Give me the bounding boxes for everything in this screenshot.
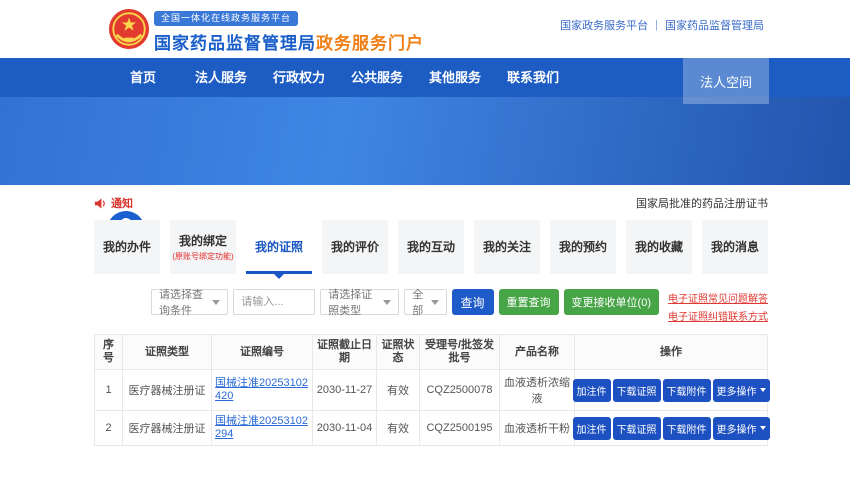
notice-label[interactable]: 通知 [111, 195, 133, 211]
row-actions: 加注件 下载证照 下载附件 更多操作 [578, 417, 764, 440]
site-title-main: 国家药品监督管理局 [154, 34, 316, 53]
cell-expiry: 2030-11-27 [313, 370, 377, 411]
tab-my-messages[interactable]: 我的消息 [702, 220, 768, 274]
search-button[interactable]: 查询 [452, 289, 494, 315]
top-link-gov-platform[interactable]: 国家政务服务平台 [560, 17, 648, 33]
nav-item-admin-power[interactable]: 行政权力 [260, 58, 338, 97]
tab-my-binding[interactable]: 我的绑定 (原账号绑定功能) [170, 220, 236, 274]
tab-my-interactions[interactable]: 我的互动 [398, 220, 464, 274]
table-row: 2 医疗器械注册证 国械注准20253102294 2030-11-04 有效 … [95, 411, 768, 446]
tab-my-favorites[interactable]: 我的收藏 [626, 220, 692, 274]
chevron-down-icon [760, 388, 766, 392]
faq-link[interactable]: 电子证照常见问题解答 [668, 290, 768, 305]
col-header-status: 证照状态 [377, 335, 420, 370]
table-row: 1 医疗器械注册证 国械注准20253102420 2030-11-27 有效 … [95, 370, 768, 411]
platform-badge: 全国一体化在线政务服务平台 [154, 11, 298, 26]
top-links: 国家政务服务平台 | 国家药品监督管理局 [560, 17, 764, 33]
tab-my-reviews[interactable]: 我的评价 [322, 220, 388, 274]
col-header-acceptance: 受理号/批签发批号 [420, 335, 500, 370]
cell-product: 血液透析干粉 [500, 411, 575, 446]
annotate-button[interactable]: 加注件 [573, 379, 611, 402]
scope-select[interactable]: 全部 [404, 289, 446, 315]
certificate-number-link[interactable]: 国械注准20253102420 [215, 377, 309, 403]
site-title: 国家药品监督管理局政务服务门户 [154, 29, 424, 54]
chevron-down-icon [431, 300, 439, 305]
table-header-row: 序号 证照类型 证照编号 证照截止日期 证照状态 受理号/批签发批号 产品名称 … [95, 335, 768, 370]
tab-my-follows[interactable]: 我的关注 [474, 220, 540, 274]
cell-no: 2 [95, 411, 123, 446]
help-links: 电子证照常见问题解答 电子证照纠错联系方式 [668, 289, 768, 323]
chevron-down-icon [760, 426, 766, 430]
download-certificate-button[interactable]: 下载证照 [613, 417, 661, 440]
cell-acceptance: CQZ2500195 [420, 411, 500, 446]
legal-person-space-button[interactable]: 法人空间 [683, 58, 769, 104]
col-header-no: 序号 [95, 335, 123, 370]
speaker-icon [94, 197, 107, 210]
annotate-button[interactable]: 加注件 [573, 417, 611, 440]
cell-expiry: 2030-11-04 [313, 411, 377, 446]
download-attachment-button[interactable]: 下载附件 [663, 417, 711, 440]
tab-my-certificates[interactable]: 我的证照 [246, 220, 312, 274]
download-attachment-button[interactable]: 下载附件 [663, 379, 711, 402]
download-certificate-button[interactable]: 下载证照 [613, 379, 661, 402]
more-actions-button[interactable]: 更多操作 [713, 379, 770, 402]
cell-status: 有效 [377, 411, 420, 446]
nav-item-home[interactable]: 首页 [104, 58, 182, 97]
certificate-number-link[interactable]: 国械注准20253102294 [215, 415, 309, 441]
national-emblem-icon [108, 8, 150, 50]
chevron-down-icon [212, 300, 220, 305]
top-header: 全国一体化在线政务服务平台 国家药品监督管理局政务服务门户 国家政务服务平台 |… [0, 0, 850, 58]
top-link-nmpa[interactable]: 国家药品监督管理局 [665, 17, 764, 33]
nav-item-legal-services[interactable]: 法人服务 [182, 58, 260, 97]
query-condition-select[interactable]: 请选择查询条件 [151, 289, 228, 315]
col-header-type: 证照类型 [123, 335, 212, 370]
more-actions-button[interactable]: 更多操作 [713, 417, 770, 440]
cell-type: 医疗器械注册证 [123, 411, 212, 446]
row-actions: 加注件 下载证照 下载附件 更多操作 [578, 379, 764, 402]
col-header-actions: 操作 [575, 335, 768, 370]
cell-acceptance: CQZ2500078 [420, 370, 500, 411]
site-title-sub: 政务服务门户 [316, 34, 424, 53]
nav-item-other-services[interactable]: 其他服务 [416, 58, 494, 97]
user-banner: **红 lsrf 账号设置 注销登录 关联法人： 甘肃陇神戎发药业股份有限公司 … [0, 97, 850, 185]
certificate-type-select[interactable]: 请选择证照类型 [320, 289, 399, 315]
cell-product: 血液透析浓缩液 [500, 370, 575, 411]
cell-type: 医疗器械注册证 [123, 370, 212, 411]
cell-no: 1 [95, 370, 123, 411]
col-header-number: 证照编号 [212, 335, 313, 370]
notice-scroll-text[interactable]: 国家局批准的药品注册证书 [636, 195, 768, 211]
profile-tabs: 我的办件 我的绑定 (原账号绑定功能) 我的证照 我的评价 我的互动 我的关注 … [94, 220, 768, 274]
keyword-input[interactable] [233, 289, 315, 315]
cell-status: 有效 [377, 370, 420, 411]
col-header-product: 产品名称 [500, 335, 575, 370]
main-content: 通知 国家局批准的药品注册证书 我的办件 我的绑定 (原账号绑定功能) 我的证照… [94, 185, 768, 446]
nav-item-contact-us[interactable]: 联系我们 [494, 58, 572, 97]
reset-button[interactable]: 重置查询 [499, 289, 559, 315]
nav-item-public-services[interactable]: 公共服务 [338, 58, 416, 97]
col-header-expiry: 证照截止日期 [313, 335, 377, 370]
change-receiver-button[interactable]: 变更接收单位(0) [564, 289, 659, 315]
contact-link[interactable]: 电子证照纠错联系方式 [668, 308, 768, 323]
tab-my-appointments[interactable]: 我的预约 [550, 220, 616, 274]
filter-row: 请选择查询条件 请选择证照类型 全部 查询 重置查询 变更接收单位(0) 电子证… [94, 289, 768, 323]
top-links-divider: | [655, 19, 658, 31]
notice-row: 通知 国家局批准的药品注册证书 [94, 193, 768, 213]
tab-my-items[interactable]: 我的办件 [94, 220, 160, 274]
chevron-down-icon [383, 300, 391, 305]
certificate-table: 序号 证照类型 证照编号 证照截止日期 证照状态 受理号/批签发批号 产品名称 … [94, 334, 768, 446]
